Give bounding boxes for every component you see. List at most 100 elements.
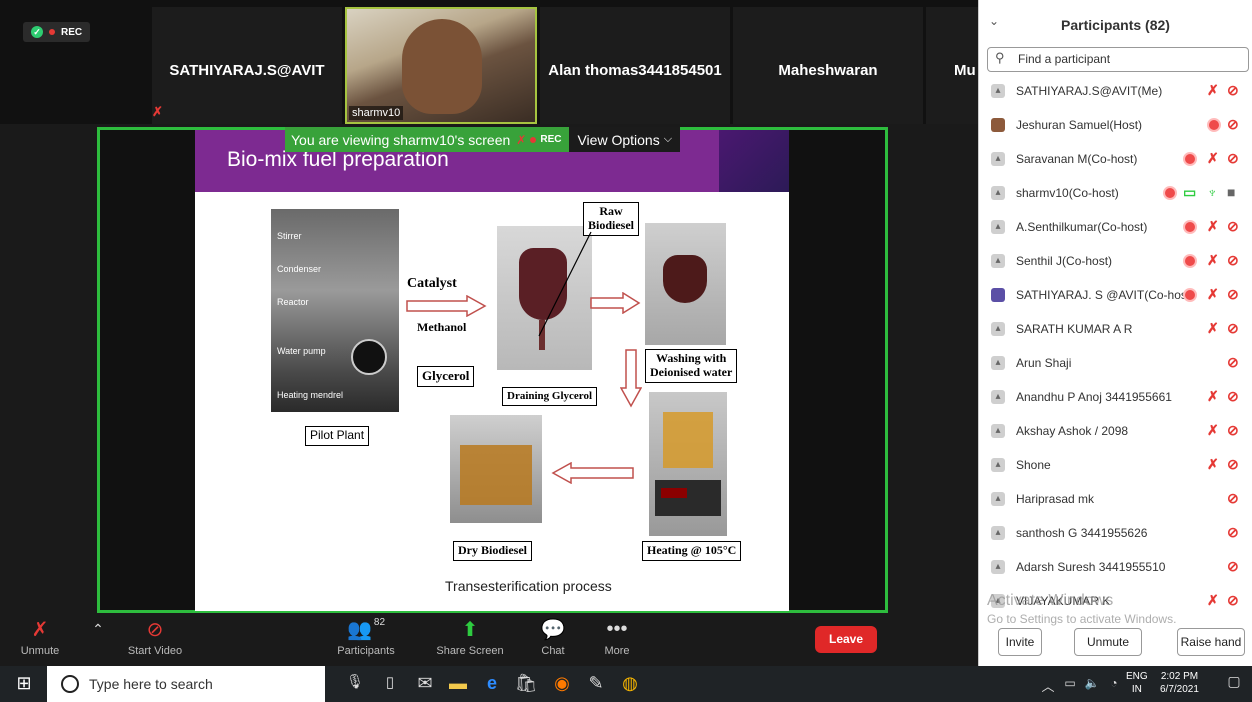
heating-photo	[649, 392, 727, 536]
pilot-plant-label: Pilot Plant	[305, 426, 370, 446]
share-screen-button[interactable]: ⬆ Share Screen	[430, 613, 510, 666]
more-label: More	[604, 645, 630, 657]
chrome-icon[interactable]: ◍	[618, 673, 642, 694]
participant-row[interactable]: ▴ Hariprasad mk ⊘	[979, 482, 1252, 516]
muted-mic-icon: ✗	[1207, 252, 1219, 268]
washing-photo	[645, 223, 726, 345]
washing-line-1: Washing with	[655, 351, 727, 365]
participant-name: Anandhu P Anoj 3441955661	[1016, 390, 1172, 404]
participant-row[interactable]: ▴ SATHIYARAJ.S@AVIT(Me) ✗ ⊘	[979, 74, 1252, 108]
chat-button[interactable]: 💬 Chat	[530, 613, 576, 666]
dry-biodiesel-photo	[450, 415, 542, 523]
video-off-icon: ⊘	[1227, 456, 1239, 472]
participants-panel: ⌄ Participants (82) ⚲ Find a participant…	[978, 0, 1252, 666]
share-notice-bar: You are viewing sharmv10's screen ✗ REC …	[285, 127, 681, 152]
avatar	[991, 288, 1005, 302]
video-tile[interactable]: Maheshwaran ✗	[733, 7, 939, 124]
washing-label: Washing with Deionised water	[645, 349, 738, 383]
participant-row[interactable]: ▴ Akshay Ashok / 2098 ✗ ⊘	[979, 414, 1252, 448]
participants-icon: 👥 82	[346, 617, 386, 641]
firefox-icon[interactable]: ◉	[550, 673, 574, 694]
tile-name: Maheshwaran	[778, 62, 878, 79]
mail-icon[interactable]: ✉	[413, 673, 437, 694]
clock[interactable]: 2:02 PM 6/7/2021	[1160, 670, 1199, 696]
video-off-icon: ⊘	[1227, 592, 1239, 608]
participant-row[interactable]: ▴ Anandhu P Anoj 3441955661 ✗ ⊘	[979, 380, 1252, 414]
video-off-icon: ⊘	[1227, 116, 1239, 132]
participant-name: SARATH KUMAR A R	[1016, 322, 1133, 336]
participant-row[interactable]: ▴ Saravanan M(Co-host) ✗ ⊘	[979, 142, 1252, 176]
more-button[interactable]: ••• More	[594, 613, 640, 666]
participant-row[interactable]: ▴ Arun Shaji ⊘	[979, 346, 1252, 380]
chat-label: Chat	[541, 645, 565, 657]
app-icon[interactable]: ✎	[584, 673, 608, 694]
video-off-icon: ⊘	[1227, 422, 1239, 438]
notifications-icon[interactable]: ▢	[1222, 673, 1246, 690]
participant-row[interactable]: ▴ A.Senthilkumar(Co-host) ✗ ⊘	[979, 210, 1252, 244]
participant-row[interactable]: ▴ Shone ✗ ⊘	[979, 448, 1252, 482]
battery-icon[interactable]: ▭	[1058, 676, 1082, 690]
clock-time: 2:02 PM	[1160, 671, 1199, 682]
participant-row[interactable]: Jeshuran Samuel(Host) ⊘	[979, 108, 1252, 142]
participant-row[interactable]: ▴ Senthil J(Co-host) ✗ ⊘	[979, 244, 1252, 278]
participant-row[interactable]: ▴ sharmv10(Co-host) ▭ ♆ ■	[979, 176, 1252, 210]
rec-label: REC	[61, 26, 83, 38]
slide: Bio-mix fuel preparation Stirrer Condens…	[195, 130, 789, 611]
pointer-line	[538, 231, 592, 337]
store-icon[interactable]: 🛍	[514, 673, 538, 694]
video-off-icon: ⊘	[1227, 320, 1239, 336]
volume-icon[interactable]: 🔈	[1080, 676, 1104, 690]
edge-icon[interactable]: e	[480, 673, 504, 694]
participant-row[interactable]: SATHIYARAJ. S @AVIT(Co-host) ✗ ⊘	[979, 278, 1252, 312]
participant-name: SATHIYARAJ.S@AVIT(Me)	[1016, 84, 1163, 98]
windows-start-icon[interactable]: ⊞	[12, 673, 36, 694]
language-indicator[interactable]: ENG IN	[1126, 670, 1148, 696]
avatar: ▴	[991, 186, 1005, 200]
video-off-icon: ⊘	[146, 618, 164, 641]
arrow-icon	[406, 295, 487, 317]
unmute-button[interactable]: Unmute	[1074, 628, 1142, 656]
invite-button[interactable]: Invite	[998, 628, 1042, 656]
muted-mic-icon: ✗	[1207, 320, 1219, 336]
panel-title: Participants (82)	[1061, 17, 1170, 33]
video-tile[interactable]: Mu	[926, 7, 978, 124]
participant-row[interactable]: ▴ Adarsh Suresh 3441955510 ⊘	[979, 550, 1252, 584]
microphone-icon[interactable]: 🎙	[343, 673, 367, 690]
photo-label: Reactor	[277, 297, 309, 307]
search-input[interactable]: Find a participant	[987, 47, 1249, 72]
participant-row[interactable]: ▴ SARATH KUMAR A R ✗ ⊘	[979, 312, 1252, 346]
participant-row[interactable]: ▴ santhosh G 3441955626 ⊘	[979, 516, 1252, 550]
methanol-label: Methanol	[417, 320, 467, 334]
taskbar-search-input[interactable]: Type here to search	[47, 666, 325, 702]
avatar: ▴	[991, 424, 1005, 438]
pilot-plant-photo: Stirrer Condenser Reactor Water pump Hea…	[271, 209, 399, 412]
task-view-icon[interactable]: ▯	[378, 673, 402, 691]
start-video-button[interactable]: ⊘ Start Video	[115, 613, 195, 666]
active-video-tile[interactable]: sharmv10	[345, 7, 537, 124]
video-tile[interactable]: Alan thomas3441854501 ✗	[540, 7, 746, 124]
participant-name: Hariprasad mk	[1016, 492, 1095, 506]
screen-share-icon: ▭	[1183, 184, 1197, 200]
avatar: ▴	[991, 220, 1005, 234]
avatar: ▴	[991, 492, 1005, 506]
raise-hand-button[interactable]: Raise hand	[1177, 628, 1245, 656]
arrow-icon	[590, 292, 641, 314]
file-explorer-icon[interactable]: ▬	[446, 673, 470, 694]
video-tile[interactable]: SATHIYARAJ.S@AVIT ✗	[152, 7, 342, 124]
chat-icon: 💬	[540, 618, 566, 641]
viewing-text: You are viewing sharmv10's screen	[291, 131, 511, 148]
participant-name: Akshay Ashok / 2098	[1016, 424, 1129, 438]
tile-name: Alan thomas3441854501	[548, 62, 722, 79]
participants-button[interactable]: 👥 82 Participants	[324, 613, 408, 666]
leave-button[interactable]: Leave	[815, 626, 877, 653]
recording-badge: ✓ REC	[23, 22, 91, 42]
wifi-icon[interactable]: ◔	[1102, 676, 1126, 690]
chevron-up-icon[interactable]: ︿	[1036, 676, 1060, 695]
view-options-button[interactable]: View Options ⌵	[569, 127, 681, 152]
audio-options-button[interactable]: ⌃	[86, 613, 110, 666]
avatar: ▴	[991, 356, 1005, 370]
muted-mic-icon: ✗	[516, 132, 527, 147]
avatar: ▴	[991, 322, 1005, 336]
avatar	[991, 118, 1005, 132]
unmute-button[interactable]: ✗ Unmute	[10, 613, 70, 666]
